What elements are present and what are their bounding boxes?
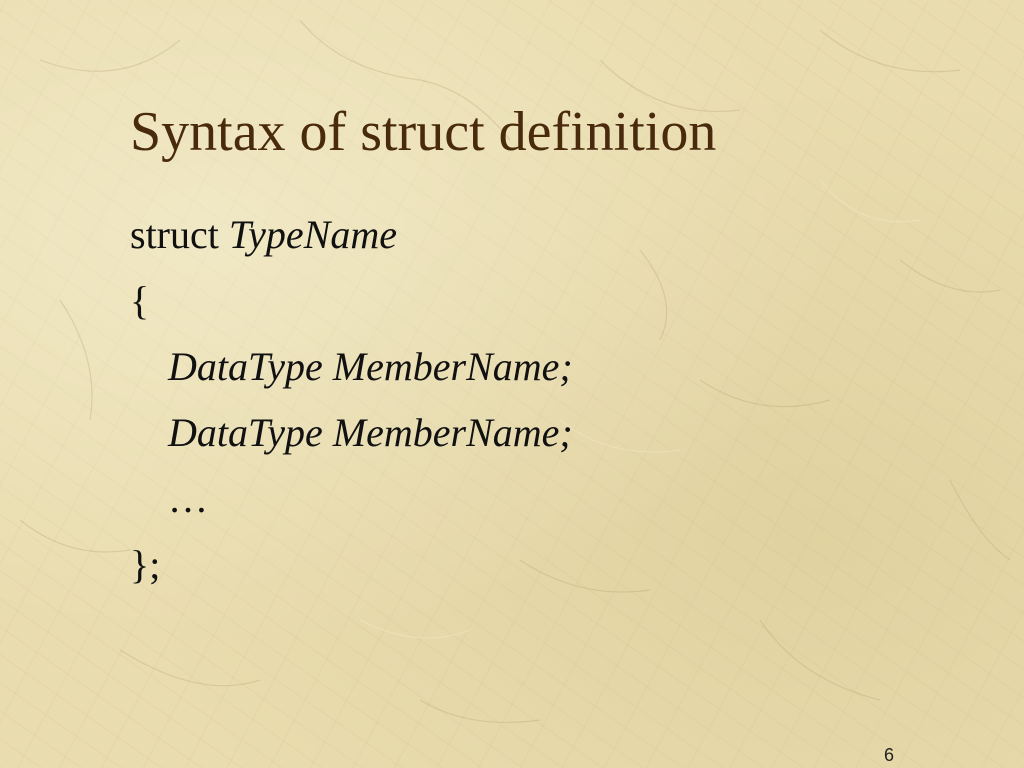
page-number: 6 [883,745,894,765]
code-block: struct TypeName { DataType MemberName; D… [130,205,573,601]
ellipsis: … [168,476,208,521]
open-brace: { [130,278,150,323]
slide: Syntax of struct definition struct TypeN… [0,0,1024,768]
slide-title: Syntax of struct definition [130,101,717,163]
member-line: DataType MemberName; [168,410,573,455]
struct-keyword: struct [130,212,219,257]
struct-declaration-line: struct TypeName [130,205,573,271]
type-name: TypeName [228,212,397,257]
close-brace: }; [130,542,161,587]
member-line: DataType MemberName; [168,344,573,389]
